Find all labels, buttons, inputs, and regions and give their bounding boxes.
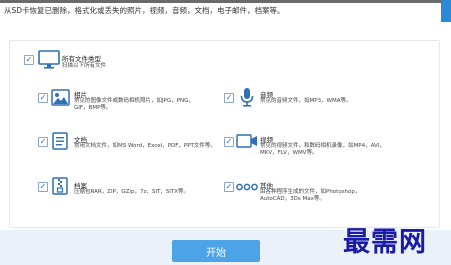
audio-desc: 常见的音频文件，如MP3，WMA等。 (260, 98, 352, 104)
photo-checkbox[interactable]: ✓ (38, 93, 48, 103)
video-icon (236, 133, 258, 149)
video-desc: 常见的视频文件，和数码相机录像，如MP4，AVI，MKV，FLV，WMV等。 (260, 143, 385, 156)
more-icon (236, 182, 258, 192)
archive-icon (52, 177, 68, 195)
archive-checkbox[interactable]: ✓ (38, 182, 48, 192)
audio-checkbox[interactable]: ✓ (224, 93, 234, 103)
all-types-checkbox[interactable]: ✓ (24, 55, 34, 65)
video-checkbox[interactable]: ✓ (224, 137, 234, 147)
archive-desc: 压缩包RAR，ZIP，GZip，7z，SIT，SITX等。 (74, 189, 190, 195)
all-types-title: 所有文件类型 (62, 55, 101, 63)
start-button[interactable]: 开始 (172, 240, 260, 262)
title-bar-accent (441, 0, 451, 22)
photo-icon (51, 89, 70, 106)
document-icon (52, 132, 68, 150)
document-desc: 常用文档文件，如MS Word，Excel，PDF，PPT文件等。 (74, 143, 216, 149)
watermark: 最需网 (343, 227, 427, 258)
other-checkbox[interactable]: ✓ (224, 182, 234, 192)
monitor-icon (38, 50, 60, 70)
microphone-icon (240, 87, 254, 107)
all-types-desc: 扫描以下所有文件 (62, 63, 107, 69)
document-checkbox[interactable]: ✓ (38, 137, 48, 147)
window-top-edge (0, 0, 451, 3)
other-desc: 由各种程序生成的文件，如Photoshop，AutoCAD，3Ds Max等。 (260, 189, 361, 202)
page-subtitle: 从SD卡恢复已删除，格式化或丢失的照片，视频，音频，文档，电子邮件，档案等。 (4, 6, 285, 15)
photo-desc: 常见的图像文件或数码相机照片，如JPG，PNG，GIF，BMP等。 (74, 98, 194, 111)
